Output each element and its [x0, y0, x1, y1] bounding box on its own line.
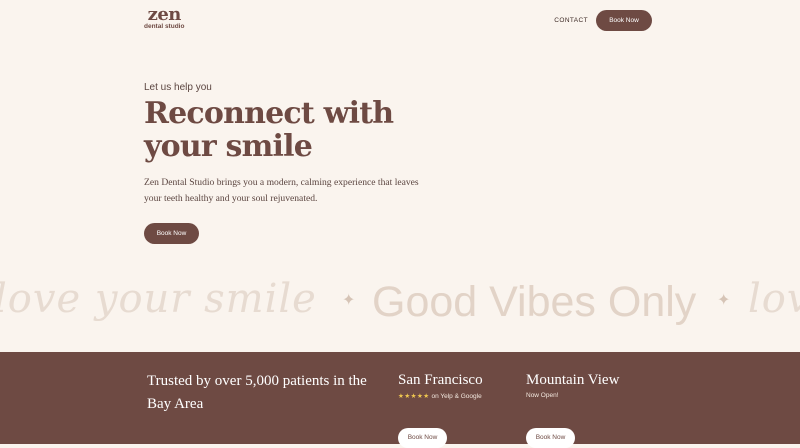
star-rating-icon: ★★★★★ — [398, 393, 430, 400]
brand-logo[interactable]: zen dental studio — [144, 6, 184, 31]
marquee-slogan: Good Vibes Only — [372, 278, 697, 326]
trust-statement: Trusted by over 5,000 patients in the Ba… — [147, 373, 367, 412]
location-name: Mountain View — [526, 372, 620, 388]
logo-subtitle: dental studio — [144, 23, 185, 30]
slogan-marquee: love your smile ✦ Good Vibes Only ✦ lov — [0, 266, 800, 346]
location-name: San Francisco — [398, 372, 483, 388]
location-rating: ★★★★★ on Yelp & Google — [398, 392, 483, 400]
logo-wordmark: zen — [147, 4, 182, 25]
sparkle-icon: ✦ — [342, 290, 356, 309]
mv-book-now-button[interactable]: Book Now — [526, 428, 575, 448]
location-mountain-view: Mountain View Now Open! Book Now — [526, 370, 620, 448]
location-status: Now Open! — [526, 392, 559, 399]
rating-note: on Yelp & Google — [431, 393, 482, 400]
location-san-francisco: San Francisco ★★★★★ on Yelp & Google Boo… — [398, 370, 483, 448]
hero-section: Let us help you Reconnect with your smil… — [144, 82, 474, 244]
sparkle-icon: ✦ — [717, 290, 731, 309]
marquee-script-text-repeat: lov — [748, 276, 800, 322]
top-nav: CONTACT Book Now — [554, 10, 652, 31]
nav-book-now-button[interactable]: Book Now — [596, 10, 652, 31]
hero-eyebrow: Let us help you — [144, 82, 212, 93]
hero-headline: Reconnect with your smile — [144, 96, 394, 164]
hero-description: Zen Dental Studio brings you a modern, c… — [144, 177, 419, 204]
marquee-script-text: love your smile — [0, 276, 317, 322]
locations-band: Trusted by over 5,000 patients in the Ba… — [0, 352, 800, 448]
nav-contact-link[interactable]: CONTACT — [554, 17, 588, 24]
sf-book-now-button[interactable]: Book Now — [398, 428, 447, 448]
hero-book-now-button[interactable]: Book Now — [144, 223, 199, 244]
